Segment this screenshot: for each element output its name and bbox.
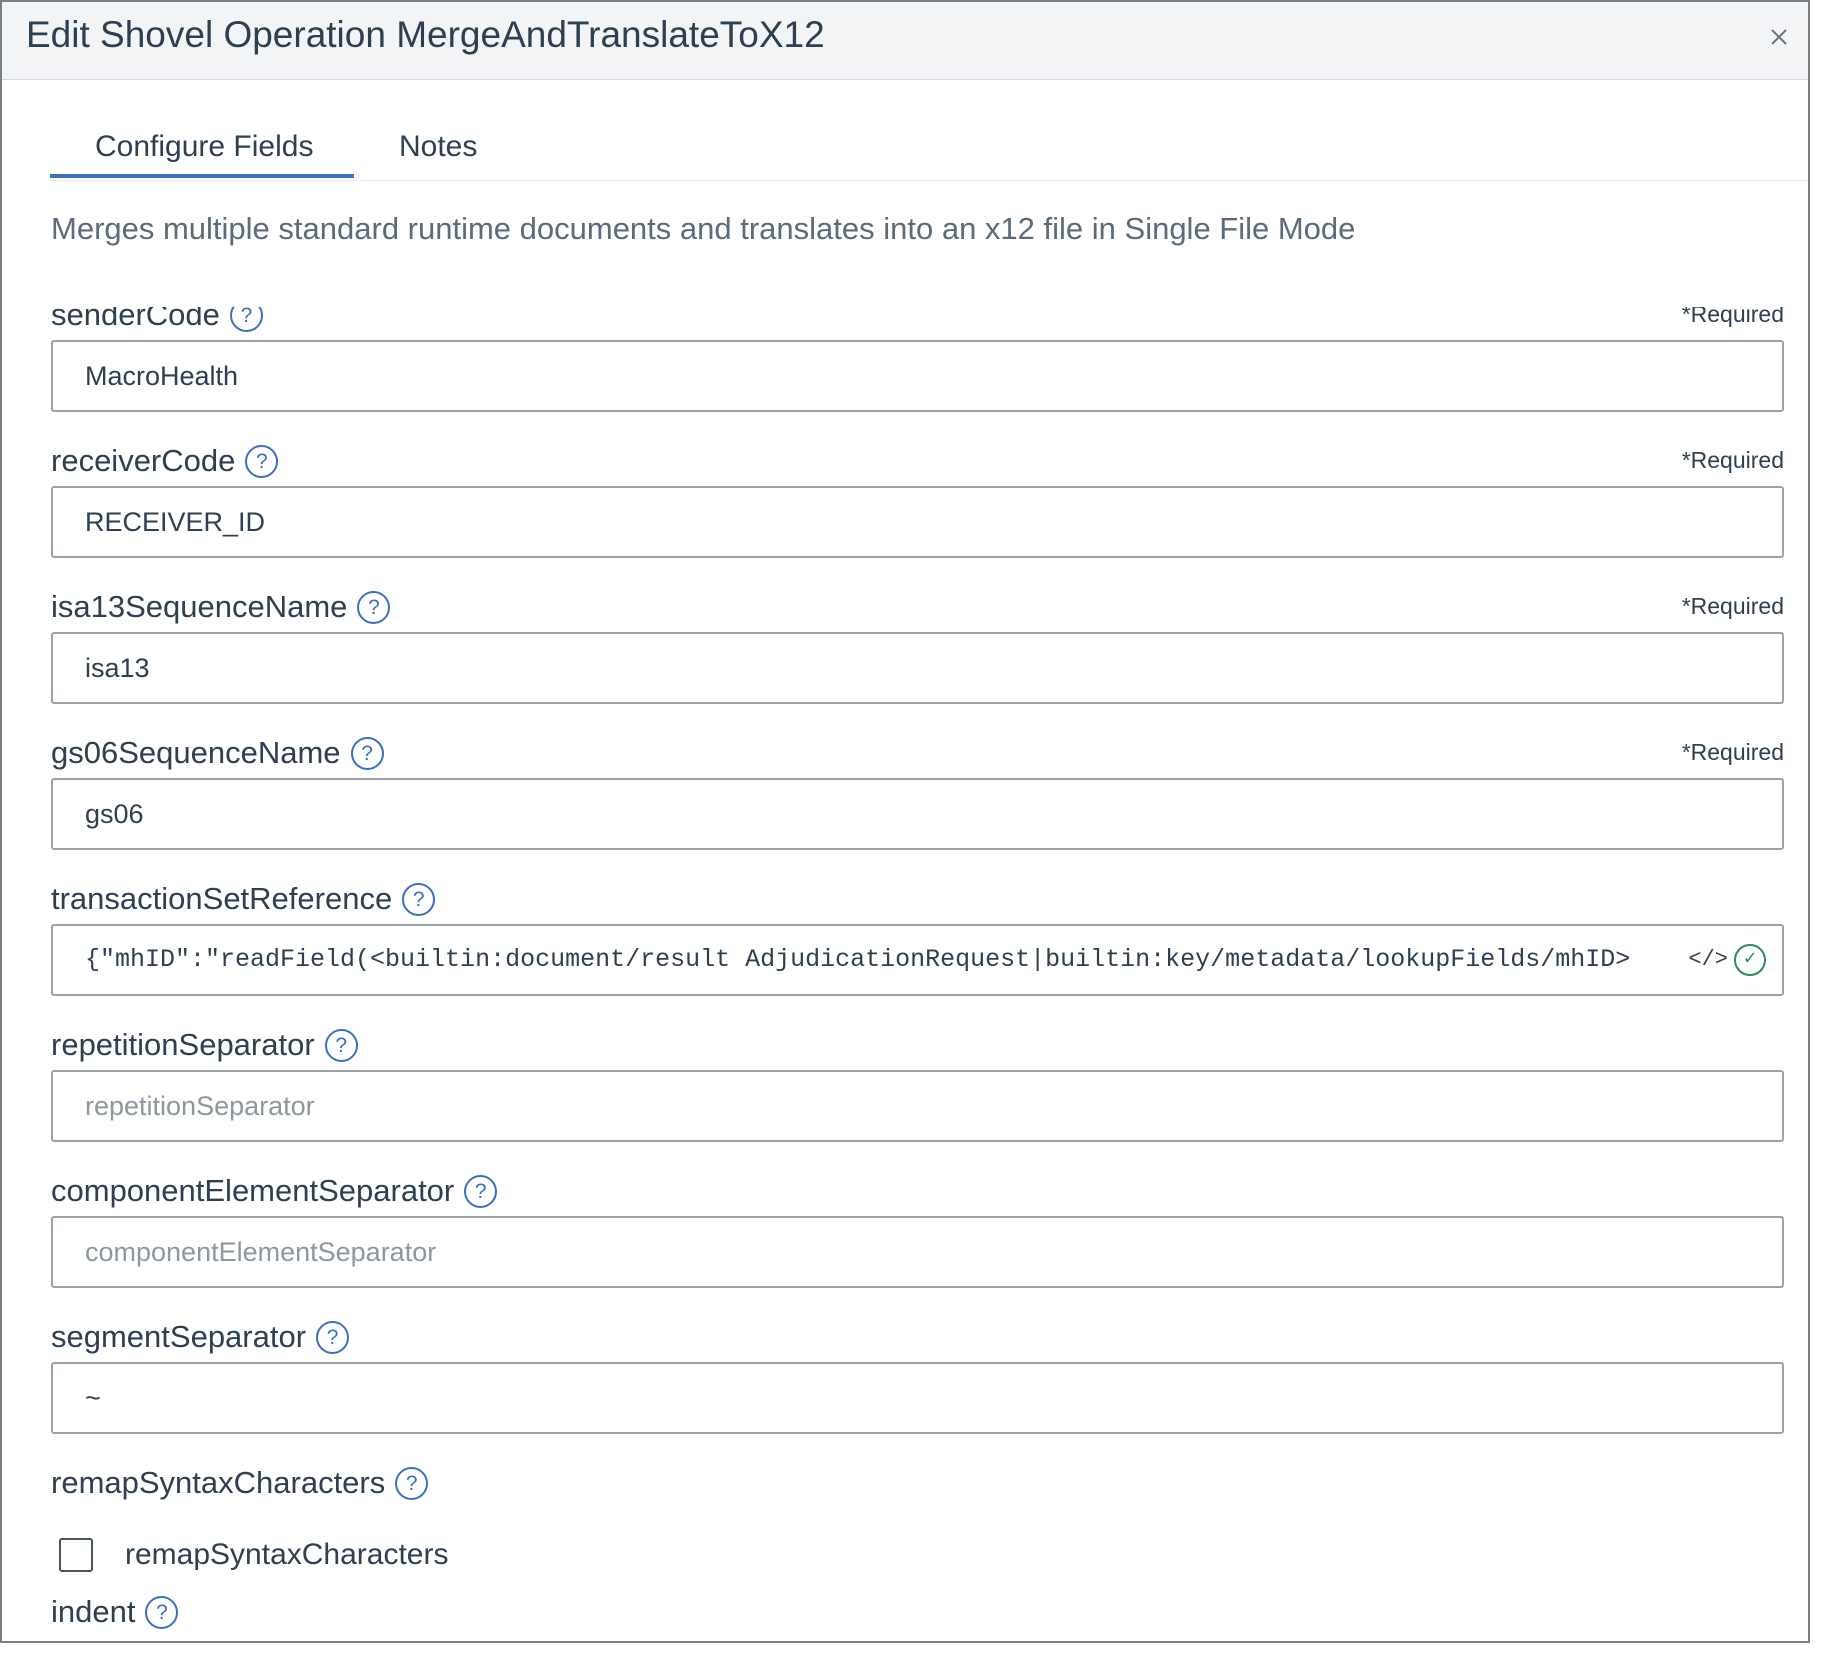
field-gs06-sequence-name: gs06SequenceName? *Required gs06 bbox=[51, 735, 1784, 881]
field-component-element-separator: componentElementSeparator? componentElem… bbox=[51, 1173, 1784, 1319]
edit-shovel-operation-dialog: Edit Shovel Operation MergeAndTranslateT… bbox=[0, 0, 1810, 1643]
required-indicator: *Required bbox=[1681, 593, 1784, 619]
checkbox-label: remapSyntaxCharacters bbox=[125, 1538, 449, 1571]
help-icon[interactable]: ? bbox=[229, 307, 263, 332]
isa13-sequence-name-input[interactable]: isa13 bbox=[51, 632, 1784, 704]
transaction-set-reference-value: {"mhID":"readField(<builtin:document/res… bbox=[85, 945, 1631, 974]
field-label: transactionSetReference? bbox=[51, 881, 436, 917]
help-icon[interactable]: ? bbox=[145, 1596, 179, 1629]
field-transaction-set-reference: transactionSetReference? {"mhID":"readFi… bbox=[51, 881, 1784, 1027]
segment-separator-input[interactable]: ~ bbox=[51, 1362, 1784, 1434]
fields-scroll-area[interactable]: senderCode? *Required MacroHealth receiv… bbox=[2, 307, 1808, 1641]
field-remap-syntax-characters: remapSyntaxCharacters? bbox=[51, 1465, 1784, 1525]
field-segment-separator: segmentSeparator? ~ bbox=[51, 1319, 1784, 1465]
tab-configure-fields[interactable]: Configure Fields bbox=[95, 130, 313, 164]
field-label: receiverCode? bbox=[51, 443, 279, 479]
field-indent: indent? bbox=[51, 1594, 1784, 1641]
field-repetition-separator: repetitionSeparator? repetitionSeparator bbox=[51, 1027, 1784, 1173]
remap-syntax-characters-option[interactable]: remapSyntaxCharacters bbox=[59, 1535, 448, 1575]
required-indicator: *Required bbox=[1681, 447, 1784, 473]
transaction-set-reference-input[interactable]: {"mhID":"readField(<builtin:document/res… bbox=[51, 924, 1784, 996]
help-icon[interactable]: ? bbox=[402, 883, 436, 916]
help-icon[interactable]: ? bbox=[357, 591, 391, 624]
field-label: repetitionSeparator? bbox=[51, 1027, 358, 1063]
valid-check-icon: ✓ bbox=[1734, 944, 1766, 976]
field-label: isa13SequenceName? bbox=[51, 589, 391, 625]
help-icon[interactable]: ? bbox=[395, 1467, 429, 1500]
required-indicator: *Required bbox=[1681, 739, 1784, 765]
required-indicator: *Required bbox=[1681, 307, 1784, 327]
dialog-title: Edit Shovel Operation MergeAndTranslateT… bbox=[26, 14, 825, 55]
field-label: senderCode? bbox=[51, 307, 263, 333]
tab-bar: Configure Fields Notes bbox=[50, 120, 1808, 181]
dialog-header: Edit Shovel Operation MergeAndTranslateT… bbox=[2, 2, 1808, 80]
code-icon[interactable]: </> bbox=[1688, 926, 1728, 994]
component-element-separator-input[interactable]: componentElementSeparator bbox=[51, 1216, 1784, 1288]
help-icon[interactable]: ? bbox=[324, 1029, 358, 1062]
field-receiver-code: receiverCode? *Required RECEIVER_ID bbox=[51, 443, 1784, 589]
operation-description: Merges multiple standard runtime documen… bbox=[51, 211, 1356, 246]
tab-notes[interactable]: Notes bbox=[399, 130, 477, 164]
field-label: componentElementSeparator? bbox=[51, 1173, 498, 1209]
field-sender-code: senderCode? *Required MacroHealth bbox=[51, 307, 1784, 443]
close-icon bbox=[1771, 29, 1787, 45]
help-icon[interactable]: ? bbox=[245, 445, 279, 478]
gs06-sequence-name-input[interactable]: gs06 bbox=[51, 778, 1784, 850]
field-label: remapSyntaxCharacters? bbox=[51, 1465, 429, 1501]
help-icon[interactable]: ? bbox=[350, 737, 384, 770]
field-label: gs06SequenceName? bbox=[51, 735, 384, 771]
help-icon[interactable]: ? bbox=[464, 1175, 498, 1208]
field-label: segmentSeparator? bbox=[51, 1319, 350, 1355]
sender-code-input[interactable]: MacroHealth bbox=[51, 340, 1784, 412]
field-label: indent? bbox=[51, 1594, 179, 1630]
active-tab-indicator bbox=[50, 174, 354, 178]
receiver-code-input[interactable]: RECEIVER_ID bbox=[51, 486, 1784, 558]
repetition-separator-input[interactable]: repetitionSeparator bbox=[51, 1070, 1784, 1142]
close-button[interactable] bbox=[1762, 20, 1796, 54]
remap-syntax-characters-checkbox[interactable] bbox=[59, 1538, 93, 1572]
help-icon[interactable]: ? bbox=[316, 1321, 350, 1354]
field-isa13-sequence-name: isa13SequenceName? *Required isa13 bbox=[51, 589, 1784, 735]
